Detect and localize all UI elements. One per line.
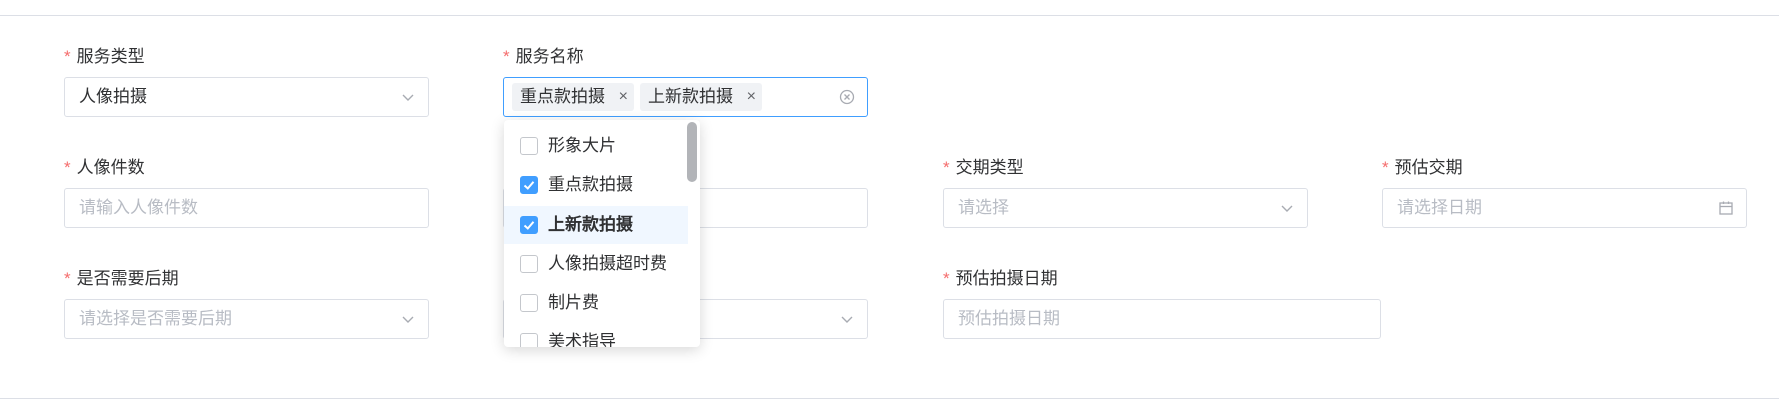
chevron-down-icon bbox=[841, 316, 853, 323]
tag-close-icon[interactable]: × bbox=[747, 83, 756, 111]
post-processing-field: * 是否需要后期 bbox=[64, 268, 179, 290]
calendar-icon bbox=[1719, 201, 1733, 215]
chevron-down-icon bbox=[402, 316, 414, 323]
checkbox-checked[interactable] bbox=[520, 216, 538, 234]
dropdown-option[interactable]: 制片费 bbox=[504, 284, 688, 322]
circle-close-icon[interactable] bbox=[839, 89, 855, 105]
tag-key-item-shoot: 重点款拍摄 × bbox=[512, 83, 634, 111]
option-label: 人像拍摄超时费 bbox=[548, 254, 667, 273]
dropdown-option[interactable]: 人像拍摄超时费 bbox=[504, 245, 688, 283]
chevron-down-icon bbox=[1281, 205, 1293, 212]
service-type-field: * 服务类型 bbox=[64, 46, 145, 68]
option-label: 形象大片 bbox=[548, 136, 616, 155]
delivery-type-field: * 交期类型 bbox=[943, 157, 1024, 179]
dropdown-option[interactable]: 美术指导 bbox=[504, 323, 688, 347]
portrait-count-field: * 人像件数 bbox=[64, 157, 145, 179]
tag-new-item-shoot: 上新款拍摄 × bbox=[640, 83, 762, 111]
post-processing-placeholder: 请选择是否需要后期 bbox=[79, 309, 232, 328]
estimated-delivery-placeholder: 请选择日期 bbox=[1397, 198, 1482, 217]
service-name-multiselect[interactable]: 重点款拍摄 × 上新款拍摄 × bbox=[503, 77, 868, 117]
dropdown-option[interactable]: 形象大片 bbox=[504, 127, 688, 165]
post-processing-label: * 是否需要后期 bbox=[64, 269, 179, 288]
checkbox[interactable] bbox=[520, 255, 538, 273]
service-name-dropdown: 形象大片 重点款拍摄 上新款拍摄 人像拍摄超时费 制片费 美术指导 bbox=[504, 120, 700, 347]
tag-label: 上新款拍摄 bbox=[648, 87, 733, 106]
checkbox-checked[interactable] bbox=[520, 176, 538, 194]
estimated-shoot-date-input[interactable]: 预估拍摄日期 bbox=[943, 299, 1381, 339]
check-icon bbox=[523, 181, 535, 190]
check-icon bbox=[523, 221, 535, 230]
dropdown-scrollbar[interactable] bbox=[687, 122, 697, 182]
tag-label: 重点款拍摄 bbox=[520, 87, 605, 106]
delivery-type-placeholder: 请选择 bbox=[958, 198, 1009, 217]
service-type-label: * 服务类型 bbox=[64, 47, 145, 66]
service-name-label: * 服务名称 bbox=[503, 47, 584, 66]
option-label: 美术指导 bbox=[548, 332, 616, 347]
estimated-delivery-label: * 预估交期 bbox=[1382, 158, 1463, 177]
checkbox[interactable] bbox=[520, 294, 538, 312]
estimated-shoot-date-field: * 预估拍摄日期 bbox=[943, 268, 1058, 290]
delivery-type-label: * 交期类型 bbox=[943, 158, 1024, 177]
portrait-count-label: * 人像件数 bbox=[64, 158, 145, 177]
delivery-type-select[interactable]: 请选择 bbox=[943, 188, 1308, 228]
option-label: 制片费 bbox=[548, 293, 599, 312]
estimated-shoot-date-placeholder: 预估拍摄日期 bbox=[958, 309, 1060, 328]
service-type-select[interactable]: 人像拍摄 bbox=[64, 77, 429, 117]
option-label: 重点款拍摄 bbox=[548, 175, 633, 194]
service-name-field: * 服务名称 bbox=[503, 46, 584, 68]
dropdown-option-hovered[interactable]: 上新款拍摄 bbox=[504, 206, 688, 244]
bottom-divider bbox=[0, 398, 1779, 399]
chevron-down-icon bbox=[402, 94, 414, 101]
dropdown-option[interactable]: 重点款拍摄 bbox=[504, 166, 688, 204]
portrait-count-placeholder: 请输入人像件数 bbox=[79, 198, 198, 217]
post-processing-select[interactable]: 请选择是否需要后期 bbox=[64, 299, 429, 339]
estimated-delivery-datepicker[interactable]: 请选择日期 bbox=[1382, 188, 1747, 228]
option-label: 上新款拍摄 bbox=[548, 215, 633, 234]
portrait-count-input[interactable]: 请输入人像件数 bbox=[64, 188, 429, 228]
estimated-delivery-field: * 预估交期 bbox=[1382, 157, 1463, 179]
estimated-shoot-date-label: * 预估拍摄日期 bbox=[943, 269, 1058, 288]
top-divider bbox=[0, 15, 1779, 16]
tag-close-icon[interactable]: × bbox=[619, 83, 628, 111]
checkbox[interactable] bbox=[520, 333, 538, 347]
checkbox[interactable] bbox=[520, 137, 538, 155]
service-type-value: 人像拍摄 bbox=[79, 87, 147, 106]
